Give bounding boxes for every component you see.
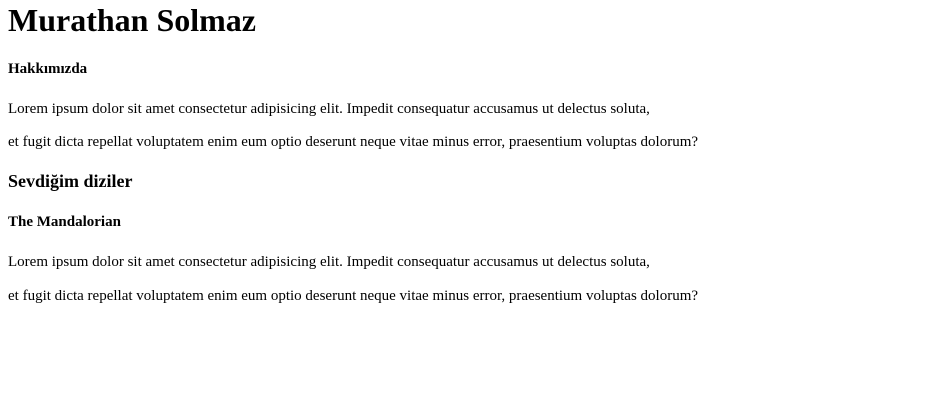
series-heading: Sevdiğim diziler [8, 171, 133, 191]
page: Murathan Solmaz Hakkımızda Lorem ipsum d… [0, 0, 947, 400]
about-heading: Hakkımızda [8, 61, 88, 77]
page-title: Murathan Solmaz [8, 2, 256, 38]
show-paragraph-line-2: et fugit dicta repellat voluptatem enim … [8, 288, 699, 304]
show-paragraph-line-1: Lorem ipsum dolor sit amet consectetur a… [8, 254, 650, 270]
show-title: The Mandalorian [8, 214, 121, 230]
about-paragraph-line-1: Lorem ipsum dolor sit amet consectetur a… [8, 101, 650, 117]
about-paragraph-line-2: et fugit dicta repellat voluptatem enim … [8, 134, 699, 150]
